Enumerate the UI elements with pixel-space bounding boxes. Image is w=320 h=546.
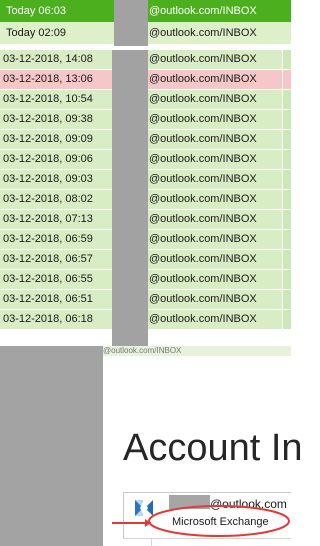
panel-tab-stub [123, 539, 152, 546]
message-time: 03-12-2018, 07:13 [3, 213, 93, 225]
row-tail-cell [282, 130, 291, 149]
message-time: 03-12-2018, 10:54 [3, 93, 93, 105]
partial-row-folder: @outlook.com/INBOX [103, 346, 182, 355]
row-tail-cell [282, 310, 291, 329]
redacted-email-user [169, 495, 210, 509]
row-tail-cell [282, 90, 291, 109]
message-folder: @outlook.com/INBOX [149, 93, 257, 105]
message-time: 03-12-2018, 09:06 [3, 153, 93, 165]
message-folder: @outlook.com/INBOX [149, 193, 257, 205]
row-tail-cell [282, 290, 291, 309]
top-folder-0: @outlook.com/INBOX [149, 5, 257, 17]
message-folder: @outlook.com/INBOX [149, 133, 257, 145]
redacted-sender-top [114, 0, 148, 46]
message-folder: @outlook.com/INBOX [149, 273, 257, 285]
row-tail-cell [282, 110, 291, 129]
redacted-left-panel [0, 346, 103, 546]
message-folder: @outlook.com/INBOX [149, 233, 257, 245]
row-tail-cell [282, 250, 291, 269]
top-time-1: Today 02:09 [6, 27, 66, 39]
row-tail-cell [282, 50, 291, 69]
message-time: 03-12-2018, 06:18 [3, 313, 93, 325]
message-time: 03-12-2018, 06:57 [3, 253, 93, 265]
row-tail-cell [282, 150, 291, 169]
message-time: 03-12-2018, 06:51 [3, 293, 93, 305]
partial-list-row: @outlook.com/INBOX [103, 346, 291, 356]
message-folder: @outlook.com/INBOX [149, 113, 257, 125]
message-time: 03-12-2018, 09:38 [3, 113, 93, 125]
message-folder: @outlook.com/INBOX [149, 253, 257, 265]
message-time: 03-12-2018, 06:59 [3, 233, 93, 245]
account-type-label: Microsoft Exchange [172, 516, 269, 528]
message-time: 03-12-2018, 08:02 [3, 193, 93, 205]
message-time: 03-12-2018, 13:06 [3, 73, 93, 85]
row-tail-cell [282, 210, 291, 229]
row-tail-cell [282, 70, 291, 89]
message-folder: @outlook.com/INBOX [149, 173, 257, 185]
message-folder: @outlook.com/INBOX [149, 153, 257, 165]
message-time: 03-12-2018, 06:55 [3, 273, 93, 285]
redacted-sender-column [112, 50, 148, 348]
message-time: 03-12-2018, 09:09 [3, 133, 93, 145]
row-tail-cell [282, 230, 291, 249]
top-time-0: Today 06:03 [6, 5, 66, 17]
message-time: 03-12-2018, 14:08 [3, 53, 93, 65]
row-tail-cell [282, 190, 291, 209]
message-time: 03-12-2018, 09:03 [3, 173, 93, 185]
message-folder: @outlook.com/INBOX [149, 53, 257, 65]
account-email-domain: @outlook.com [210, 497, 287, 511]
row-tail-cell [282, 170, 291, 189]
top-folder-1: @outlook.com/INBOX [149, 27, 257, 39]
message-folder: @outlook.com/INBOX [149, 73, 257, 85]
message-folder: @outlook.com/INBOX [149, 293, 257, 305]
exchange-icon-svg [133, 498, 155, 520]
row-tail-cell [282, 270, 291, 289]
message-folder: @outlook.com/INBOX [149, 213, 257, 225]
exchange-server-icon [131, 496, 157, 522]
account-information-title: Account In [123, 427, 303, 469]
message-folder: @outlook.com/INBOX [149, 313, 257, 325]
